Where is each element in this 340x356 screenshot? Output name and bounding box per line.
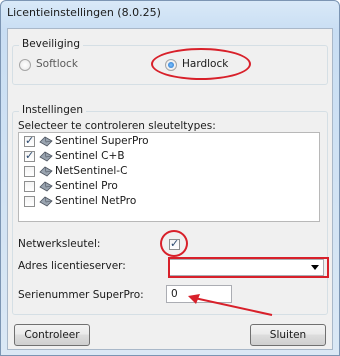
list-item-label: NetSentinel-C <box>55 165 128 177</box>
key-icon <box>39 151 53 162</box>
check-button[interactable]: Controleer <box>14 324 90 346</box>
serial-number-value: 0 <box>171 288 178 300</box>
list-item-label: Sentinel Pro <box>55 180 118 192</box>
key-types-list-label: Selecteer te controleren sleuteltypes: <box>18 120 216 132</box>
license-server-label: Adres licentieserver: <box>18 260 126 272</box>
close-button[interactable]: Sluiten <box>250 324 326 346</box>
network-key-highlight-ellipse <box>160 230 188 257</box>
radio-softlock-indicator[interactable] <box>19 59 31 71</box>
checkmark-icon: ✓ <box>25 149 35 162</box>
license-server-highlight-rect <box>168 257 329 278</box>
key-icon <box>39 196 53 207</box>
checkbox-sentinel-pro[interactable] <box>24 181 35 192</box>
key-icon <box>39 136 53 147</box>
checkbox-netsentinel-c[interactable] <box>24 166 35 177</box>
list-item-label: Sentinel SuperPro <box>55 135 149 147</box>
checkbox-sentinel-cb[interactable]: ✓ <box>24 149 35 162</box>
key-icon <box>39 166 53 177</box>
settings-group-title: Instellingen <box>19 104 86 116</box>
serial-number-label: Serienummer SuperPro: <box>18 289 144 301</box>
key-icon <box>39 181 53 192</box>
checkmark-icon: ✓ <box>25 134 35 147</box>
checkbox-sentinel-superpro[interactable]: ✓ <box>24 134 35 147</box>
hardlock-highlight-ellipse <box>151 48 251 80</box>
security-group-title: Beveiliging <box>19 38 83 50</box>
key-types-listbox[interactable]: ✓ Sentinel SuperPro ✓ Sentinel C+B NetSe… <box>18 132 320 222</box>
security-group: Beveiliging Softlock Hardlock <box>12 38 328 85</box>
checkbox-sentinel-netpro[interactable] <box>24 196 35 207</box>
dialog-client-area: Beveiliging Softlock Hardlock Instelling… <box>7 28 333 350</box>
radio-softlock-label: Softlock <box>36 58 78 70</box>
annotation-arrow <box>188 294 273 316</box>
list-item-label: Sentinel C+B <box>55 150 125 162</box>
radio-softlock[interactable]: Softlock <box>19 58 99 72</box>
network-key-label: Netwerksleutel: <box>18 238 101 250</box>
list-item-label: Sentinel NetPro <box>55 195 137 207</box>
license-settings-dialog: Licentieinstellingen (8.0.25) Beveiligin… <box>0 0 340 356</box>
window-title: Licentieinstellingen (8.0.25) <box>7 6 161 19</box>
